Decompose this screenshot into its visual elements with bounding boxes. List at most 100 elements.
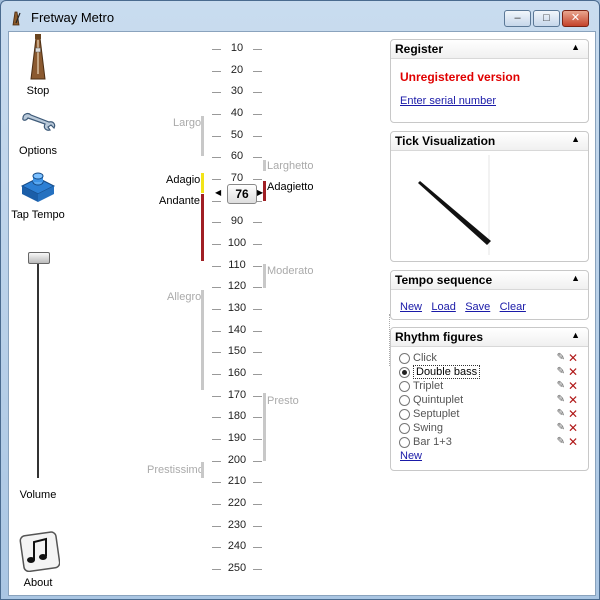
minimize-button[interactable]: – — [504, 10, 531, 27]
delete-x-icon[interactable]: ✕ — [568, 351, 578, 365]
rhythm-name: Bar 1+3 — [413, 436, 452, 448]
rhythm-radio[interactable] — [399, 381, 410, 392]
window-title: Fretway Metro — [31, 10, 115, 25]
collapse-icon[interactable]: ▲ — [571, 330, 580, 340]
rhythm-radio[interactable] — [399, 353, 410, 364]
stop-label: Stop — [26, 85, 50, 97]
rhythm-item[interactable]: Click ✎ ✕ — [399, 351, 581, 366]
close-button[interactable]: ✕ — [562, 10, 589, 27]
tempo-range-moderato — [263, 264, 266, 288]
options-label: Options — [19, 145, 57, 157]
scale-tick: 190 — [212, 432, 262, 446]
scale-tick: 60 — [212, 150, 262, 164]
tick-visualization-title: Tick Visualization — [395, 134, 496, 148]
rhythm-item[interactable]: Septuplet ✎ ✕ — [399, 407, 581, 422]
collapse-icon[interactable]: ▲ — [571, 134, 580, 144]
rhythm-name: Triplet — [413, 380, 444, 392]
rhythm-item[interactable]: Triplet ✎ ✕ — [399, 379, 581, 394]
tempo-term-andante: Andante — [159, 195, 200, 207]
tempo-sequence-panel: Tempo sequence ▲ New Load Save Clear — [390, 270, 589, 320]
tempo-sequence-header[interactable]: Tempo sequence ▲ — [391, 271, 588, 290]
edit-pencil-icon[interactable]: ✎ — [557, 366, 565, 377]
rhythm-item[interactable]: Double bass ✎ ✕ — [399, 365, 581, 380]
edit-pencil-icon[interactable]: ✎ — [557, 380, 565, 391]
tempo-term-presto: Presto — [267, 395, 299, 407]
register-panel-header[interactable]: Register ▲ — [391, 40, 588, 59]
edit-pencil-icon[interactable]: ✎ — [557, 352, 565, 363]
tick-visualization-header[interactable]: Tick Visualization ▲ — [391, 132, 588, 151]
scale-tick: 160 — [212, 367, 262, 381]
delete-x-icon[interactable]: ✕ — [568, 393, 578, 407]
scale-tick: 210 — [212, 475, 262, 489]
tick-visualization-panel: Tick Visualization ▲ — [390, 131, 589, 262]
options-button[interactable]: Options — [11, 110, 65, 157]
enter-serial-link[interactable]: Enter serial number — [400, 95, 496, 107]
current-tempo-indicator[interactable]: 76 — [227, 184, 257, 204]
sequence-load-link[interactable]: Load — [431, 301, 455, 313]
rhythm-item[interactable]: Swing ✎ ✕ — [399, 421, 581, 436]
register-title: Register — [395, 42, 444, 56]
rhythm-radio[interactable] — [399, 395, 410, 406]
rhythm-radio[interactable] — [399, 423, 410, 434]
rhythm-name: Swing — [413, 422, 443, 434]
scale-tick: 240 — [212, 540, 262, 554]
tempo-range-larghetto — [263, 160, 266, 171]
edit-pencil-icon[interactable]: ✎ — [557, 394, 565, 405]
about-label: About — [23, 577, 53, 589]
rhythm-item[interactable]: Quintuplet ✎ ✕ — [399, 393, 581, 408]
delete-x-icon[interactable]: ✕ — [568, 421, 578, 435]
register-panel: Register ▲ Unregistered version Enter se… — [390, 39, 589, 123]
delete-x-icon[interactable]: ✕ — [568, 379, 578, 393]
rhythm-figures-header[interactable]: Rhythm figures ▲ — [391, 328, 588, 347]
edit-pencil-icon[interactable]: ✎ — [557, 422, 565, 433]
sequence-save-link[interactable]: Save — [465, 301, 490, 313]
scale-tick: 90 — [212, 215, 262, 229]
rhythm-item[interactable]: Bar 1+3 ✎ ✕ — [399, 435, 581, 450]
tempo-term-largo: Largo — [173, 117, 202, 129]
rhythm-figures-title: Rhythm figures — [395, 330, 484, 344]
tap-tempo-button[interactable]: Tap Tempo — [11, 172, 65, 221]
rhythm-radio[interactable] — [399, 409, 410, 420]
registration-status: Unregistered version — [400, 70, 521, 84]
rhythm-name: Double bass — [413, 365, 481, 379]
tempo-range-largo — [201, 116, 204, 156]
delete-x-icon[interactable]: ✕ — [568, 407, 578, 421]
tap-button-icon — [20, 172, 56, 202]
about-button[interactable]: About — [11, 530, 65, 589]
delete-x-icon[interactable]: ✕ — [568, 435, 578, 449]
collapse-icon[interactable]: ▲ — [571, 42, 580, 52]
scale-tick: 40 — [212, 107, 262, 121]
volume-slider-thumb[interactable] — [28, 252, 50, 264]
tap-tempo-label: Tap Tempo — [11, 209, 65, 221]
sequence-links: New Load Save Clear — [400, 299, 532, 313]
increase-arrow-icon[interactable]: ▶ — [257, 188, 263, 197]
decrease-arrow-icon[interactable]: ◀ — [215, 188, 221, 197]
collapse-icon[interactable]: ▲ — [571, 273, 580, 283]
wrench-icon — [22, 112, 56, 131]
rhythm-name: Quintuplet — [413, 394, 464, 406]
client-area: Stop Options Tap Tempo Volume About 10 2… — [8, 31, 596, 596]
scale-tick: 200 — [212, 454, 262, 468]
scale-tick: 220 — [212, 497, 262, 511]
volume-slider-track[interactable] — [37, 258, 39, 478]
scale-tick: 180 — [212, 410, 262, 424]
scale-tick: 230 — [212, 519, 262, 533]
rhythm-radio-selected[interactable] — [399, 367, 410, 378]
delete-x-icon[interactable]: ✕ — [568, 365, 578, 379]
edit-pencil-icon[interactable]: ✎ — [557, 436, 565, 447]
rhythm-radio[interactable] — [399, 437, 410, 448]
edit-pencil-icon[interactable]: ✎ — [557, 408, 565, 419]
metronome-app-icon — [12, 11, 21, 26]
maximize-button[interactable]: □ — [533, 10, 560, 27]
tempo-term-moderato: Moderato — [267, 265, 314, 277]
tempo-term-adagio: Adagio — [166, 174, 201, 186]
tempo-range-prestissimo — [201, 462, 204, 478]
sequence-clear-link[interactable]: Clear — [500, 301, 526, 313]
rhythm-new-link[interactable]: New — [400, 450, 422, 462]
sequence-new-link[interactable]: New — [400, 301, 422, 313]
stop-button[interactable]: Stop — [11, 34, 65, 97]
scale-tick: 250 — [212, 562, 262, 576]
tempo-range-allegro — [201, 290, 204, 390]
scale-tick: 30 — [212, 85, 262, 99]
pendulum-visualization — [418, 155, 491, 255]
